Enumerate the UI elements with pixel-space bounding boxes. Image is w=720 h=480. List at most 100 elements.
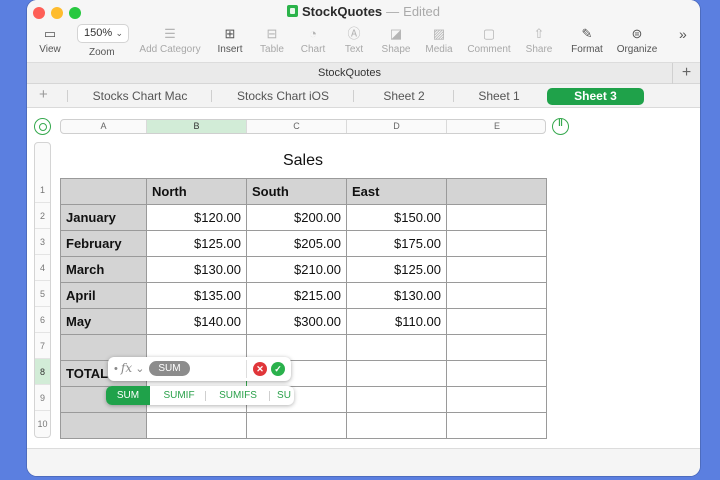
table-cell[interactable]: $120.00 <box>146 204 247 231</box>
row-header-7[interactable]: 7 <box>35 333 50 359</box>
insert-button[interactable]: ⊞ Insert <box>214 26 246 55</box>
table-row: February $125.00 $205.00 $175.00 <box>60 230 547 257</box>
table-cell[interactable]: $200.00 <box>246 204 347 231</box>
table-cell[interactable]: $125.00 <box>146 230 247 257</box>
table-cell[interactable]: $150.00 <box>346 204 447 231</box>
table-cell[interactable] <box>446 334 547 361</box>
column-header-c[interactable]: C <box>247 120 347 133</box>
shape-button[interactable]: ◪ Shape <box>379 26 413 55</box>
select-table-handle[interactable] <box>34 118 51 135</box>
table-cell[interactable] <box>146 412 247 439</box>
paintbrush-icon: ✎ <box>581 26 593 41</box>
formula-token-sum[interactable]: SUM <box>149 361 190 376</box>
row-label-cell[interactable]: May <box>60 308 147 335</box>
row-label-cell[interactable] <box>60 412 147 439</box>
row-header-8[interactable]: 8 <box>35 359 50 385</box>
table-cell[interactable]: $175.00 <box>346 230 447 257</box>
chart-button[interactable]: ◔ Chart <box>298 26 328 55</box>
row-label-cell[interactable]: February <box>60 230 147 257</box>
suggestion-sum[interactable]: SUM <box>106 386 150 405</box>
row-label-cell[interactable]: January <box>60 204 147 231</box>
table-cell[interactable] <box>246 412 347 439</box>
column-header-d[interactable]: D <box>347 120 447 133</box>
table-cell[interactable] <box>346 386 447 413</box>
table-cell[interactable] <box>446 256 547 283</box>
row-label-cell[interactable]: March <box>60 256 147 283</box>
table-cell[interactable]: $110.00 <box>346 308 447 335</box>
header-cell[interactable]: East <box>346 178 447 205</box>
format-button[interactable]: ✎ Format <box>568 26 606 55</box>
column-header-b[interactable]: B <box>147 120 247 133</box>
table-cell[interactable] <box>446 360 547 387</box>
add-sheet-button[interactable]: + <box>39 86 48 103</box>
fx-icon[interactable]: • fx ⌄ <box>114 361 144 375</box>
header-cell[interactable]: South <box>246 178 347 205</box>
status-strip <box>27 448 700 476</box>
table-cell[interactable] <box>446 230 547 257</box>
organize-button[interactable]: ⊜ Organize <box>614 26 660 55</box>
table-cell[interactable] <box>446 308 547 335</box>
add-column-handle[interactable] <box>552 118 569 135</box>
suggestion-sumif[interactable]: SUMIF <box>153 386 205 405</box>
table-cell[interactable]: $130.00 <box>146 256 247 283</box>
table-cell[interactable] <box>446 412 547 439</box>
suggestion-separator <box>205 391 206 401</box>
table-cell[interactable]: $130.00 <box>346 282 447 309</box>
row-header-3[interactable]: 3 <box>35 229 50 255</box>
row-header-6[interactable]: 6 <box>35 307 50 333</box>
row-header-5[interactable]: 5 <box>35 281 50 307</box>
table-row: North South East <box>60 178 547 205</box>
add-tab-button[interactable]: + <box>672 63 700 85</box>
table-cell[interactable] <box>346 412 447 439</box>
media-button[interactable]: ▨ Media <box>424 26 454 55</box>
text-label: Text <box>344 44 364 55</box>
tab-sheet-2[interactable]: Sheet 2 <box>359 88 449 105</box>
header-cell[interactable] <box>60 178 147 205</box>
share-label: Share <box>525 44 553 55</box>
formula-editor[interactable]: • fx ⌄ SUM ✕ ✓ <box>108 357 291 381</box>
table-cell[interactable]: $210.00 <box>246 256 347 283</box>
table-cell[interactable]: $125.00 <box>346 256 447 283</box>
table-cell[interactable] <box>346 334 447 361</box>
row-header-4[interactable]: 4 <box>35 255 50 281</box>
table-cell[interactable]: $205.00 <box>246 230 347 257</box>
zoom-select[interactable]: 150% ⌄ <box>77 24 129 43</box>
column-header-a[interactable]: A <box>61 120 147 133</box>
comment-button[interactable]: ▢ Comment <box>465 26 513 55</box>
add-category-button[interactable]: ☰ Add Category <box>136 26 204 55</box>
table-title[interactable]: Sales <box>60 152 546 170</box>
tab-stocks-chart-mac[interactable]: Stocks Chart Mac <box>73 88 207 105</box>
tab-sheet-3[interactable]: Sheet 3 <box>547 88 644 105</box>
toolbar-overflow-icon[interactable]: » <box>679 26 687 42</box>
row-header-1[interactable]: 1 <box>35 177 50 203</box>
header-cell[interactable] <box>446 178 547 205</box>
shape-icon: ◪ <box>389 26 403 41</box>
table-cell[interactable]: $135.00 <box>146 282 247 309</box>
numbers-window: StockQuotes — Edited ▭ View 150% ⌄ Zoom ☰ … <box>27 0 700 476</box>
table-button[interactable]: ⊟ Table <box>257 26 287 55</box>
cancel-formula-button[interactable]: ✕ <box>253 362 267 376</box>
row-label-cell[interactable]: April <box>60 282 147 309</box>
table-cell[interactable] <box>446 386 547 413</box>
column-header-e[interactable]: E <box>447 120 545 133</box>
suggestion-more[interactable]: SU <box>272 386 294 405</box>
share-button[interactable]: ⇧ Share <box>524 26 554 55</box>
row-header-9[interactable]: 9 <box>35 385 50 411</box>
table-cell[interactable]: $140.00 <box>146 308 247 335</box>
tab-stocks-chart-ios[interactable]: Stocks Chart iOS <box>217 88 349 105</box>
table-cell[interactable] <box>446 204 547 231</box>
accept-formula-button[interactable]: ✓ <box>271 362 285 376</box>
suggestion-sumifs[interactable]: SUMIFS <box>208 386 268 405</box>
row-header-10[interactable]: 10 <box>35 411 50 437</box>
table-cell[interactable] <box>346 360 447 387</box>
table-cell[interactable] <box>446 282 547 309</box>
table-cell[interactable]: $300.00 <box>246 308 347 335</box>
tab-separator <box>453 90 454 102</box>
header-cell[interactable]: North <box>146 178 247 205</box>
numbers-app-icon <box>286 5 298 17</box>
table-cell[interactable]: $215.00 <box>246 282 347 309</box>
text-button[interactable]: Ⓐ Text <box>340 26 368 55</box>
row-header-2[interactable]: 2 <box>35 203 50 229</box>
tab-sheet-1[interactable]: Sheet 1 <box>459 88 539 105</box>
view-button[interactable]: ▭ View <box>37 26 63 55</box>
